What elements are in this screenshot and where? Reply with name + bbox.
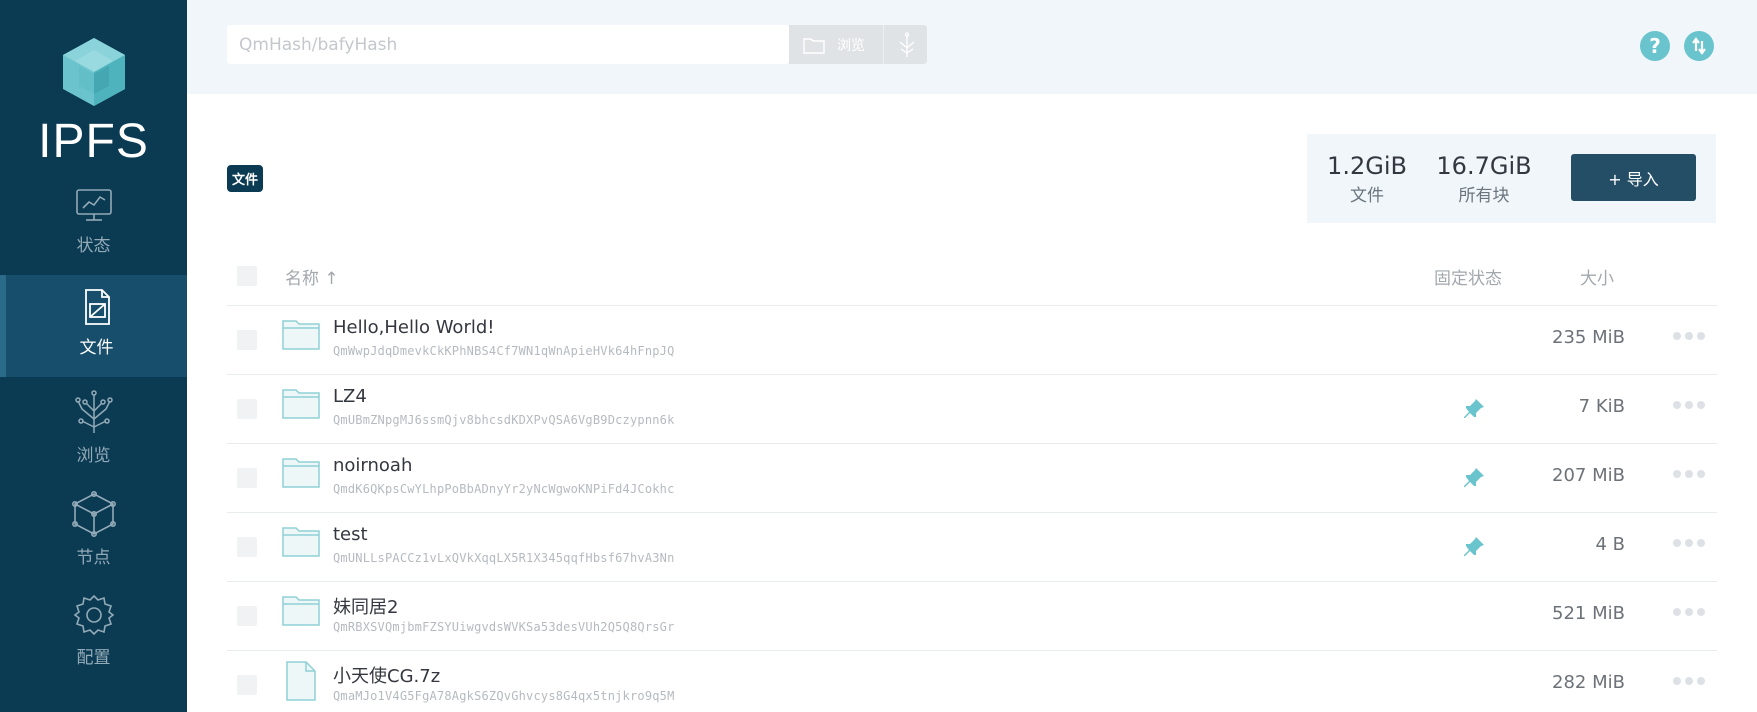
- file-icon: [286, 661, 316, 701]
- folder-icon: [282, 320, 320, 350]
- file-cid: QmUBmZNpgMJ6ssmQjv8bhcsdKDXPvQSA6VgB9Dcz…: [333, 413, 675, 427]
- explore-icon: [74, 390, 113, 433]
- table-row[interactable]: 小天使CG.7z QmaMJo1V4G5FgA78AgkS6ZQvGhvcys8…: [227, 651, 1717, 712]
- row-checkbox[interactable]: [237, 399, 257, 419]
- more-options-icon[interactable]: [1673, 332, 1705, 340]
- folder-icon: [803, 37, 825, 54]
- more-options-icon[interactable]: [1673, 677, 1705, 685]
- file-cid: QmRBXSVQmjbmFZSYUiwgvdsWVKSa53desVUh2Q5Q…: [333, 620, 675, 634]
- sidebar: IPFS 状态 文件 浏览 节点 配置: [0, 0, 187, 712]
- row-checkbox[interactable]: [237, 330, 257, 350]
- logo-text: IPFS: [38, 115, 149, 168]
- divider: [883, 25, 884, 64]
- ipfs-logo[interactable]: IPFS: [0, 36, 187, 169]
- files-stat: 1.2GiB 文件: [1327, 152, 1407, 206]
- table-row[interactable]: 妹同居2 QmRBXSVQmjbmFZSYUiwgvdsWVKSa53desVU…: [227, 582, 1717, 651]
- file-cid: QmaMJo1V4G5FgA78AgkS6ZQvGhvcys8G4qx5tnjk…: [333, 689, 675, 703]
- more-options-icon[interactable]: [1673, 470, 1705, 478]
- pin-icon[interactable]: [1462, 466, 1486, 490]
- file-size: 235 MiB: [1552, 327, 1625, 348]
- more-options-icon[interactable]: [1673, 401, 1705, 409]
- size-column-header[interactable]: 大小: [1580, 264, 1614, 289]
- browse-button[interactable]: 浏览: [789, 25, 927, 64]
- sidebar-item-status[interactable]: 状态: [0, 173, 187, 275]
- peers-icon: [71, 491, 116, 537]
- file-size: 282 MiB: [1552, 672, 1625, 693]
- stat-value: 16.7GiB: [1436, 152, 1532, 180]
- sidebar-item-label: 节点: [76, 548, 111, 568]
- folder-icon: [282, 389, 320, 419]
- blocks-stat: 16.7GiB 所有块: [1434, 152, 1534, 206]
- stat-label: 所有块: [1458, 186, 1510, 206]
- search-box: [227, 25, 789, 64]
- table-row[interactable]: noirnoah QmdK6QKpsCwYLhpPoBbADnyYr2yNcWg…: [227, 444, 1717, 513]
- row-checkbox[interactable]: [237, 537, 257, 557]
- status-icon: [75, 189, 112, 221]
- file-size: 521 MiB: [1552, 603, 1625, 624]
- pin-icon[interactable]: [1462, 397, 1486, 421]
- pin-status-column-header[interactable]: 固定状态: [1434, 264, 1502, 289]
- stat-value: 1.2GiB: [1327, 152, 1407, 180]
- help-icon[interactable]: ?: [1640, 31, 1670, 61]
- import-button[interactable]: + 导入: [1571, 154, 1696, 201]
- table-row[interactable]: Hello,Hello World! QmWwpJdqDmevkCkKPhNBS…: [227, 306, 1717, 375]
- files-breadcrumb[interactable]: 文件: [227, 165, 264, 192]
- table-row[interactable]: LZ4 QmUBmZNpgMJ6ssmQjv8bhcsdKDXPvQSA6VgB…: [227, 375, 1717, 444]
- sidebar-item-label: 状态: [76, 236, 111, 256]
- sidebar-item-files[interactable]: 文件: [0, 275, 187, 377]
- explore-icon: [899, 31, 915, 57]
- file-name[interactable]: test: [333, 524, 368, 545]
- more-options-icon[interactable]: [1673, 608, 1705, 616]
- transfer-icon[interactable]: [1684, 31, 1714, 61]
- stats-panel: 1.2GiB 文件 16.7GiB 所有块 + 导入: [1307, 134, 1716, 223]
- folder-icon: [282, 596, 320, 626]
- sidebar-item-label: 文件: [79, 338, 114, 358]
- more-options-icon[interactable]: [1673, 539, 1705, 547]
- cid-search-input[interactable]: [227, 25, 789, 64]
- file-cid: QmWwpJdqDmevkCkKPhNBS4Cf7WN1qWnApieHVk64…: [333, 344, 675, 358]
- ipfs-cube-icon: [62, 38, 125, 106]
- file-name[interactable]: 小天使CG.7z: [333, 662, 440, 688]
- file-cid: QmdK6QKpsCwYLhpPoBbADnyYr2yNcWgwoKNPiFd4…: [333, 482, 675, 496]
- select-all-checkbox[interactable]: [237, 266, 257, 286]
- row-checkbox[interactable]: [237, 675, 257, 695]
- row-checkbox[interactable]: [237, 468, 257, 488]
- files-icon: [84, 289, 110, 325]
- file-size: 207 MiB: [1552, 465, 1625, 486]
- file-name[interactable]: noirnoah: [333, 455, 412, 476]
- folder-icon: [282, 458, 320, 488]
- top-bar: 浏览 ?: [187, 0, 1757, 94]
- row-checkbox[interactable]: [237, 606, 257, 626]
- arrows-updown-icon: [1692, 37, 1706, 55]
- file-name[interactable]: LZ4: [333, 386, 367, 407]
- folder-icon: [282, 527, 320, 557]
- file-size: 4 B: [1595, 534, 1625, 555]
- file-name[interactable]: Hello,Hello World!: [333, 317, 495, 338]
- file-size: 7 KiB: [1578, 396, 1625, 417]
- sidebar-item-label: 配置: [76, 648, 111, 668]
- table-row[interactable]: test QmUNLLsPACCz1vLxQVkXqqLX5R1X345qqfH…: [227, 513, 1717, 582]
- pin-icon[interactable]: [1462, 535, 1486, 559]
- sidebar-item-peers[interactable]: 节点: [0, 479, 187, 581]
- file-name[interactable]: 妹同居2: [333, 593, 398, 619]
- sidebar-item-explore[interactable]: 浏览: [0, 377, 187, 479]
- stat-label: 文件: [1350, 186, 1384, 206]
- sidebar-item-label: 浏览: [76, 446, 111, 466]
- file-cid: QmUNLLsPACCz1vLxQVkXqqLX5R1X345qqfHbsf67…: [333, 551, 675, 565]
- table-header: 名称 ↑ 固定状态 大小: [227, 262, 1717, 306]
- settings-icon: [73, 594, 114, 636]
- browse-label: 浏览: [837, 37, 865, 54]
- name-column-header[interactable]: 名称 ↑: [285, 264, 339, 289]
- sidebar-item-settings[interactable]: 配置: [0, 581, 187, 683]
